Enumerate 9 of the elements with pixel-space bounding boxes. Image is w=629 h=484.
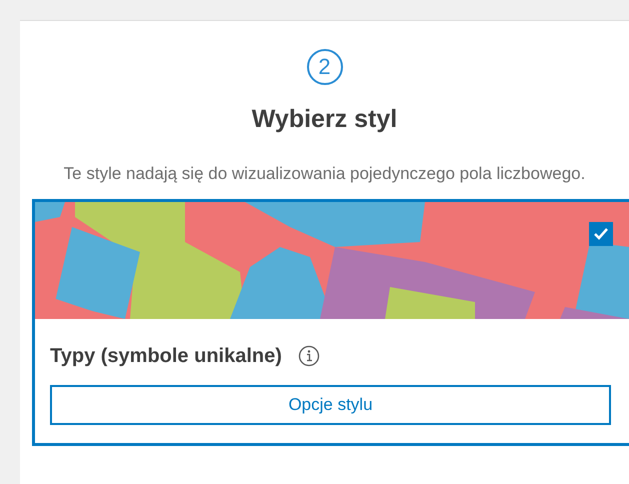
checkmark-icon	[593, 226, 609, 240]
info-icon[interactable]	[298, 344, 320, 366]
checkbox[interactable]	[589, 222, 613, 246]
step-number: 2	[306, 49, 342, 85]
style-options-button[interactable]: Opcje stylu	[50, 384, 611, 424]
style-card[interactable]: Typy (symbole unikalne) Opcje stylu	[32, 198, 629, 446]
step-title: Wybierz styl	[252, 104, 398, 135]
style-card-title: Typy (symbole unikalne)	[50, 344, 282, 368]
step-description: Te style nadają się do wizualizowania pojedynczego pola liczbowego.	[62, 162, 586, 184]
